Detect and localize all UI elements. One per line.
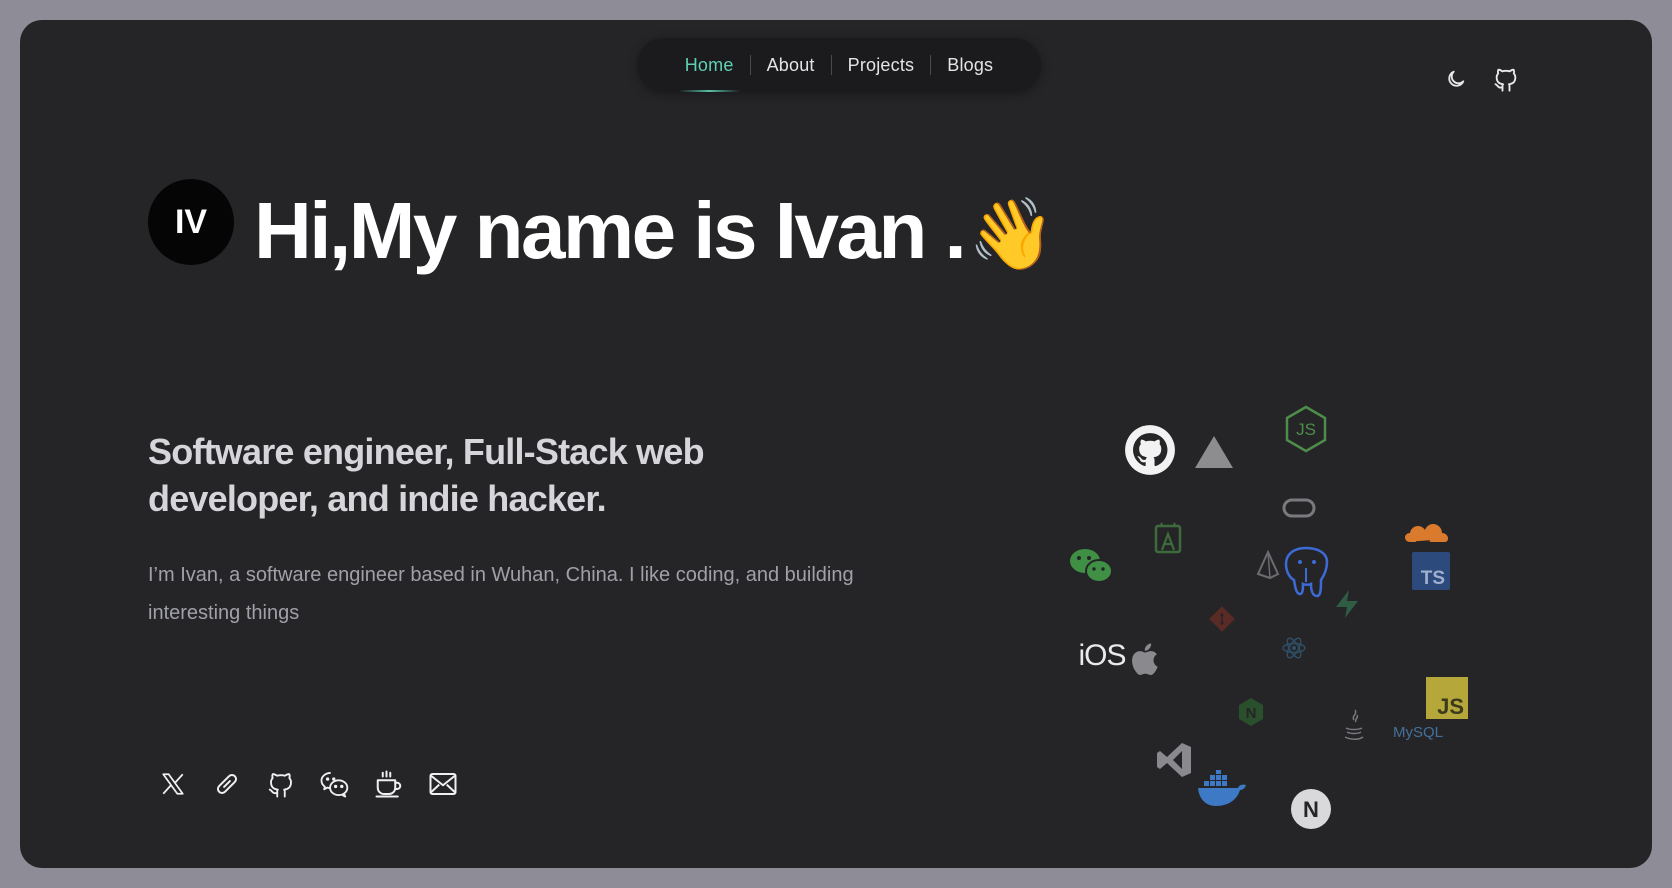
wechat-icon	[1068, 546, 1116, 586]
mail-icon[interactable]	[427, 768, 459, 800]
hero-title: Hi,My name is Ivan .👋	[254, 186, 1055, 279]
svg-text:JS: JS	[1296, 420, 1316, 439]
vercel-icon	[1194, 434, 1234, 470]
link-icon[interactable]	[211, 768, 243, 800]
moon-icon[interactable]	[1441, 64, 1471, 94]
wechat-icon[interactable]	[319, 768, 351, 800]
android-studio-icon	[1150, 520, 1186, 556]
nav-blogs[interactable]: Blogs	[931, 55, 1009, 76]
next-label: N	[1303, 797, 1319, 822]
cloudflare-icon	[1402, 518, 1452, 546]
hero-description: I’m Ivan, a software engineer based in W…	[148, 564, 854, 624]
hero-subtitle: Software engineer, Full-Stack web develo…	[148, 431, 705, 519]
social-links	[157, 768, 459, 800]
nav-home[interactable]: Home	[669, 55, 750, 92]
postgresql-icon	[1278, 544, 1334, 604]
nextjs-icon: N	[1290, 788, 1332, 830]
mysql-label: MySQL	[1392, 723, 1443, 741]
typescript-icon: TS	[1412, 552, 1450, 590]
x-icon[interactable]	[157, 768, 189, 800]
ts-label: TS	[1421, 568, 1445, 589]
nodejs-icon: JS	[1284, 405, 1328, 453]
nuxt-label: N	[1246, 705, 1257, 722]
java-icon	[1340, 708, 1368, 744]
coffee-icon[interactable]	[373, 768, 405, 800]
avatar[interactable]: IV	[148, 179, 234, 265]
ios-text: iOS	[1078, 639, 1126, 672]
apple-icon	[1128, 640, 1160, 678]
app-window: Home About Projects Blogs IV Hi,My name …	[20, 20, 1652, 868]
github-icon[interactable]	[1491, 64, 1521, 94]
oracle-icon	[1282, 498, 1316, 518]
react-icon	[1280, 634, 1308, 662]
header-actions	[1441, 64, 1521, 94]
mysql-icon: MySQL	[1388, 710, 1448, 742]
docker-icon	[1196, 770, 1248, 810]
nav-projects[interactable]: Projects	[832, 55, 931, 76]
hero-title-text: Hi,My name is Ivan .	[254, 186, 967, 275]
main-nav: Home About Projects Blogs	[637, 38, 1041, 92]
github-icon[interactable]	[265, 768, 297, 800]
nginx-icon: N	[1236, 696, 1266, 728]
vscode-icon	[1154, 740, 1194, 780]
wave-emoji: 👋	[968, 195, 1056, 273]
github-icon	[1124, 424, 1176, 476]
git-icon	[1208, 605, 1236, 633]
supabase-icon	[1332, 588, 1362, 620]
ios-label: iOS	[1072, 636, 1132, 676]
nav-about[interactable]: About	[751, 55, 831, 76]
